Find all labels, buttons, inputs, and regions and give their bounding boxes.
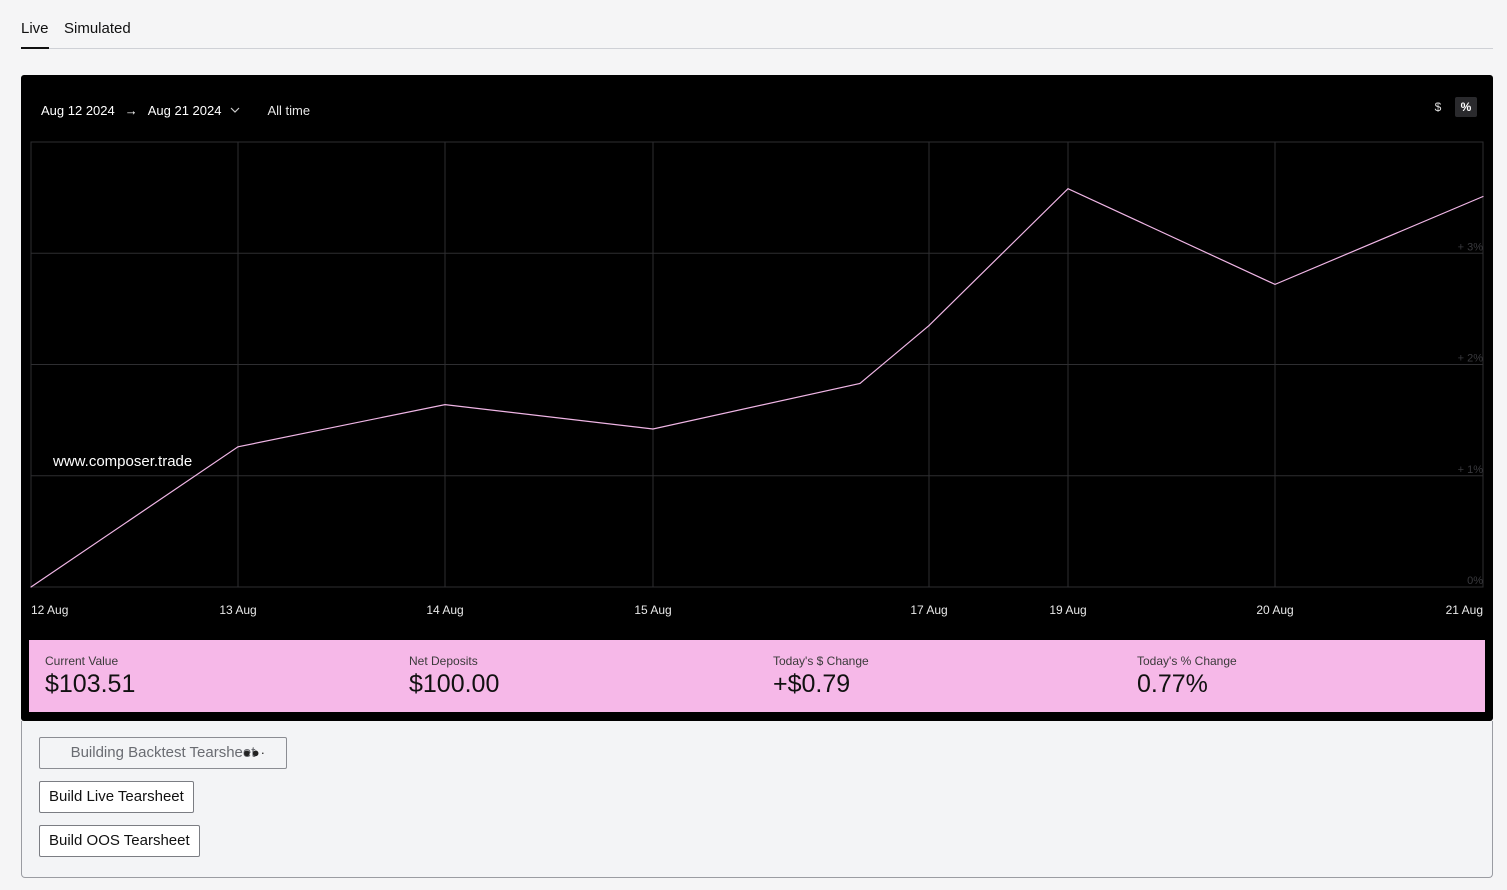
x-tick-label: 21 Aug [1446,603,1483,617]
loading-dots-icon: ●●· [242,745,266,760]
data-point [237,446,239,448]
tab-simulated[interactable]: Simulated [64,20,131,47]
stat-current-value: Current Value $103.51 [29,640,393,712]
data-point [928,325,930,327]
stat-label: Current Value [45,654,119,668]
tab-live[interactable]: Live [21,20,49,49]
data-point [1482,195,1484,198]
data-point [444,404,446,406]
stat-value: 0.77% [1137,670,1208,698]
x-tick-label: 12 Aug [31,603,68,617]
y-tick-label: + 2% [1458,353,1484,365]
stats-bar: Current Value $103.51 Net Deposits $100.… [29,640,1485,712]
stat-label: Net Deposits [409,654,478,668]
stat-todays-dollar-change: Today's $ Change +$0.79 [757,640,1121,712]
x-tick-label: 13 Aug [219,603,256,617]
stat-value: $103.51 [45,670,136,698]
stat-value: $100.00 [409,670,500,698]
x-tick-label: 20 Aug [1256,603,1293,617]
x-tick-label: 15 Aug [634,603,671,617]
button-label: Building Backtest Tearsheet [70,744,256,761]
build-live-tearsheet-button[interactable]: Build Live Tearsheet [39,781,194,813]
build-oos-tearsheet-button[interactable]: Build OOS Tearsheet [39,825,200,857]
x-tick-label: 17 Aug [910,603,947,617]
performance-chart: 12 Aug 13 Aug 14 Aug 15 Aug 17 Aug 19 Aug 20 A… [30,141,1484,617]
stat-label: Today's $ Change [773,654,869,668]
series-line [30,187,1484,588]
watermark: www.composer.trade [53,453,193,470]
data-point [1067,188,1069,190]
performance-card: Aug 12 2024 → Aug 21 2024 All time $ % 1… [21,75,1493,721]
data-point [859,382,861,384]
stat-value: +$0.79 [773,670,851,698]
stat-label: Today's % Change [1137,654,1237,668]
building-backtest-tearsheet-button[interactable]: Building Backtest Tearsheet ●●· [39,737,287,769]
y-tick-label: 0% [1467,575,1483,587]
data-point [652,428,654,430]
x-tick-label: 14 Aug [426,603,463,617]
y-tick-label: + 1% [1458,464,1484,476]
stat-todays-percent-change: Today's % Change 0.77% [1121,640,1485,712]
stat-net-deposits: Net Deposits $100.00 [393,640,757,712]
data-point [1274,283,1276,285]
tab-bar: Live Simulated [21,0,1493,49]
data-point [30,586,32,588]
x-tick-label: 19 Aug [1049,603,1086,617]
y-tick-label: + 3% [1458,241,1484,253]
tearsheet-panel: Building Backtest Tearsheet ●●· Build Li… [21,721,1493,878]
